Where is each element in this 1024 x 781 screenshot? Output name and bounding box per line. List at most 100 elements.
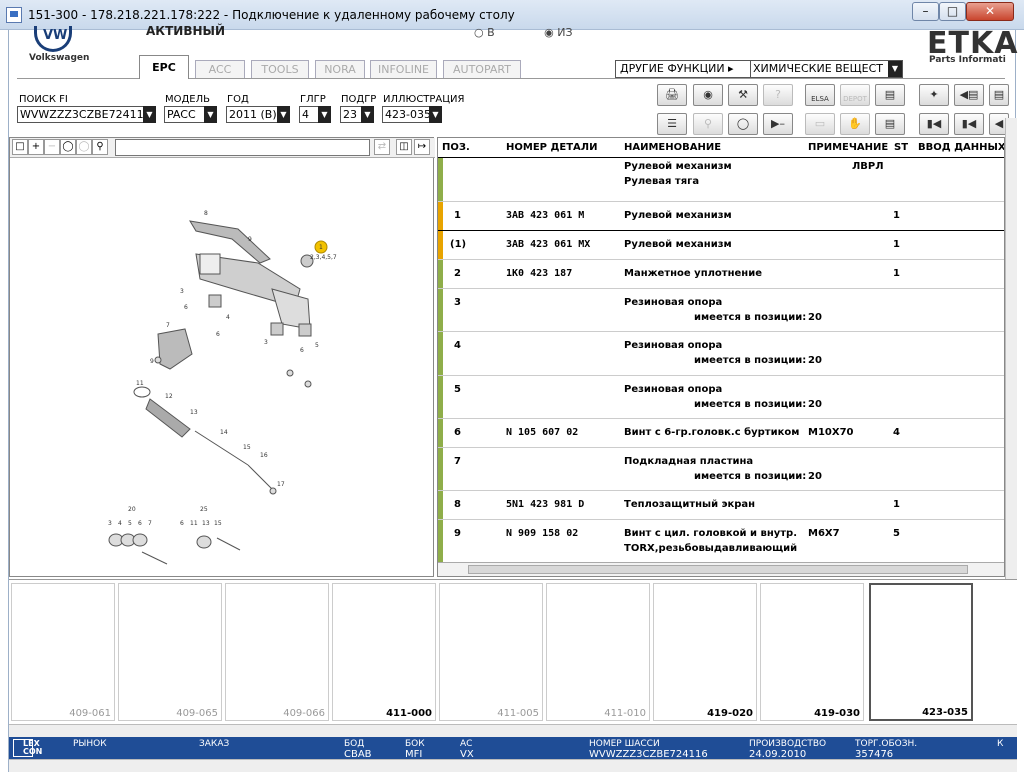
diagram-label: 3 <box>108 520 112 527</box>
tools-button[interactable]: ⚒ <box>728 84 758 106</box>
chevron-down-icon[interactable]: ▼ <box>361 106 374 123</box>
group-select[interactable]: 4 <box>299 106 319 123</box>
key-icon[interactable]: ⚲ <box>693 113 723 135</box>
illustration-select[interactable]: 423-035 <box>382 106 430 123</box>
radio-in-icon[interactable]: ○ <box>474 26 484 39</box>
cart-button[interactable]: ▤ <box>875 113 905 135</box>
pin-button[interactable]: ✦ <box>919 84 949 106</box>
chevron-down-icon[interactable]: ▼ <box>277 106 290 123</box>
sync-icon[interactable]: ⇄ <box>374 139 390 155</box>
back-button[interactable]: ▮◀ <box>954 113 984 135</box>
zoom-input[interactable] <box>115 139 370 156</box>
thumbnail[interactable]: 419-030 <box>760 583 864 721</box>
expand-icon[interactable]: ↦ <box>414 139 430 155</box>
diagram-label: 9 <box>150 358 154 365</box>
year-select[interactable]: 2011 (B) <box>226 106 278 123</box>
zoom-in-icon[interactable]: + <box>28 139 44 155</box>
play-button[interactable]: ▶– <box>763 113 793 135</box>
zoom-area-icon[interactable]: ◯ <box>60 139 76 155</box>
copy-button[interactable]: ▭ <box>805 113 835 135</box>
col-part-no[interactable]: НОМЕР ДЕТАЛИ <box>506 142 597 153</box>
diagram-label: 3 <box>264 339 268 346</box>
table-row[interactable]: 8 5N1 423 981 D Теплозащитный экран 1 <box>438 491 1004 520</box>
lex-con-badge[interactable]: LEX CON <box>13 739 42 757</box>
tab-nora[interactable]: NORA <box>315 60 365 78</box>
thumbnails-scrollbar[interactable] <box>9 724 1017 737</box>
row-note: 20 <box>808 355 822 366</box>
chevron-down-icon[interactable]: ▼ <box>204 106 217 123</box>
speedometer-button[interactable]: ◯ <box>728 113 758 135</box>
zoom-fit-icon[interactable]: □ <box>12 139 28 155</box>
table-row[interactable]: 3 Резиновая опора имеется в позиции: 20 <box>438 289 1004 332</box>
table-row[interactable]: 2 1K0 423 187 Манжетное уплотнение 1 <box>438 260 1004 289</box>
tab-epc[interactable]: EPC <box>139 55 189 79</box>
col-st[interactable]: ST <box>894 142 908 153</box>
vertical-scrollbar[interactable] <box>1005 118 1017 585</box>
maximize-button[interactable]: □ <box>939 2 966 21</box>
first-button[interactable]: ▮◀ <box>919 113 949 135</box>
diagram-label: 5 <box>315 342 319 349</box>
chevron-down-icon[interactable]: ▼ <box>143 106 156 123</box>
disc-button[interactable]: ◉ <box>693 84 723 106</box>
tab-infoline[interactable]: INFOLINE <box>370 60 437 78</box>
thumbnail[interactable]: 411-005 <box>439 583 543 721</box>
tab-autopart[interactable]: AUTOPART <box>443 60 521 78</box>
thumbnail[interactable]: 411-010 <box>546 583 650 721</box>
other-functions-value[interactable]: ХИМИЧЕСКИЕ ВЕЩЕСТ <box>750 61 888 77</box>
elsa-button[interactable]: ELSA <box>805 84 835 106</box>
etka-subtitle: Parts Informati <box>929 55 1006 65</box>
search-icon[interactable]: ⚲ <box>92 139 108 155</box>
table-row[interactable]: 6 N 105 607 02 Винт с 6-гр.головк.с бурт… <box>438 419 1004 448</box>
depot-button[interactable]: DEPOT <box>840 84 870 106</box>
other-functions-select[interactable]: ДРУГИЕ ФУНКЦИИ ▸ ХИМИЧЕСКИЕ ВЕЩЕСТ ▼ <box>615 60 903 78</box>
print-button[interactable]: 🖨 <box>657 84 687 106</box>
hand-button[interactable]: ✋ <box>840 113 870 135</box>
table-row[interactable]: 4 Резиновая опора имеется в позиции: 20 <box>438 332 1004 376</box>
diagram-label: 12 <box>165 393 173 400</box>
table-row[interactable]: (1) 3AB 423 061 MX Рулевой механизм 1 <box>438 231 1004 260</box>
col-note[interactable]: ПРИМЕЧАНИЕ <box>808 142 888 153</box>
row-name: Винт с цил. головкой и внутр. <box>624 528 798 539</box>
table-row[interactable]: 9 N 909 158 02 Винт с цил. головкой и вн… <box>438 520 1004 562</box>
prev-page-button[interactable]: ◀▤ <box>954 84 984 106</box>
minimize-button[interactable]: – <box>912 2 939 21</box>
thumbnail[interactable]: 409-066 <box>225 583 329 721</box>
table-row[interactable]: Рулевой механизм Рулевая тяга ЛВРЛ <box>438 158 1004 202</box>
close-button[interactable]: ✕ <box>966 2 1014 21</box>
diagram-label: 15 <box>214 520 222 527</box>
thumbnail[interactable]: 409-065 <box>118 583 222 721</box>
thumbnail-selected[interactable]: 423-035 <box>869 583 973 721</box>
split-view-icon[interactable]: ◫ <box>396 139 412 155</box>
diagram-label: 14 <box>220 429 228 436</box>
exploded-diagram[interactable]: 8 9 1 2,3,4,5,7 3 6 4 6 3 5 6 9 7 11 12 … <box>10 159 433 576</box>
zoom-reset-icon[interactable]: ◯ <box>76 139 92 155</box>
radio-out-icon[interactable]: ◉ <box>544 26 554 39</box>
model-select[interactable]: PACC <box>164 106 205 123</box>
fi-input[interactable]: WVWZZZ3CZBE72411 <box>17 106 144 123</box>
thumbnail[interactable]: 419-020 <box>653 583 757 721</box>
chevron-down-icon[interactable]: ▼ <box>888 61 902 77</box>
table-row[interactable]: 7 Подкладная пластина имеется в позиции:… <box>438 448 1004 491</box>
next-page-button[interactable]: ▤ <box>989 84 1009 106</box>
col-name[interactable]: НАИМЕНОВАНИЕ <box>624 142 721 153</box>
col-input[interactable]: ВВОД ДАННЫХ Г <box>918 142 1004 153</box>
list-button[interactable]: ☰ <box>657 113 687 135</box>
tab-tools[interactable]: TOOLS <box>251 60 309 78</box>
tab-acc[interactable]: ACC <box>195 60 245 78</box>
subgroup-select[interactable]: 23 <box>340 106 362 123</box>
help-button[interactable]: ? <box>763 84 793 106</box>
table-row[interactable]: 1 3AB 423 061 M Рулевой механизм 1 <box>438 202 1004 231</box>
thumbnail[interactable]: 411-000 <box>332 583 436 721</box>
col-pos[interactable]: ПОЗ. <box>442 142 470 153</box>
parts-horizontal-scrollbar[interactable] <box>438 562 1004 576</box>
chevron-down-icon[interactable]: ▼ <box>318 106 331 123</box>
row-pos: 3 <box>454 297 461 308</box>
zoom-out-icon[interactable]: − <box>44 139 60 155</box>
chevron-down-icon[interactable]: ▼ <box>429 106 442 123</box>
thumbnail-label: 409-065 <box>176 708 218 719</box>
scrollbar-thumb[interactable] <box>468 565 968 574</box>
thumbnail[interactable]: 409-061 <box>11 583 115 721</box>
window-horizontal-scrollbar[interactable] <box>9 759 1017 772</box>
table-row[interactable]: 5 Резиновая опора имеется в позиции: 20 <box>438 376 1004 419</box>
basket-button[interactable]: ▤ <box>875 84 905 106</box>
